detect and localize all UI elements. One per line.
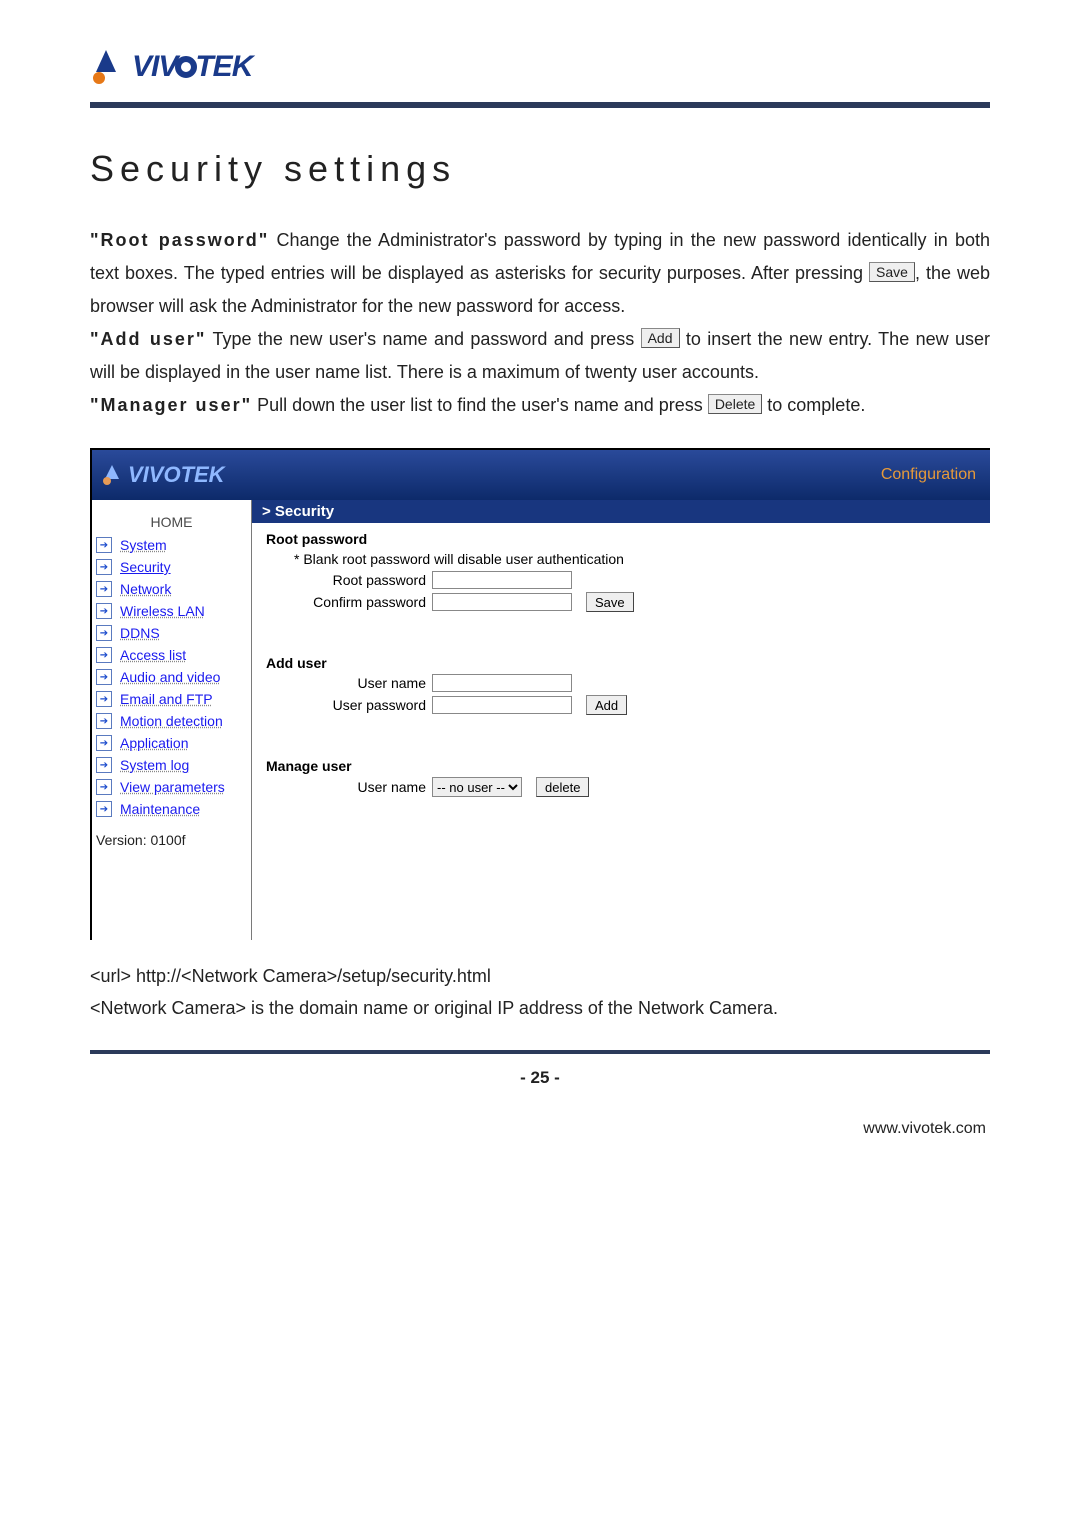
sidebar-item-motion-detection[interactable]: ➔ Motion detection <box>92 710 251 732</box>
arrow-icon: ➔ <box>96 647 112 663</box>
root-password-heading: Root password <box>266 531 980 547</box>
sidebar-item-label: DDNS <box>120 625 160 641</box>
brand-name: VIVTEK <box>132 50 252 84</box>
sidebar-item-label: System <box>120 537 167 553</box>
arrow-icon: ➔ <box>96 691 112 707</box>
sidebar-item-label: Maintenance <box>120 801 200 817</box>
screenshot-logo: VIVOTEK <box>102 462 225 488</box>
home-link[interactable]: HOME <box>92 506 251 534</box>
embedded-screenshot: VIVOTEK Configuration HOME ➔ System ➔ Se… <box>90 448 990 940</box>
sidebar-item-wireless-lan[interactable]: ➔ Wireless LAN <box>92 600 251 622</box>
inline-delete-button: Delete <box>708 394 762 414</box>
sidebar-item-label: Access list <box>120 647 186 663</box>
user-password-label: User password <box>266 697 432 713</box>
sidebar-item-label: View parameters <box>120 779 225 795</box>
inline-add-button: Add <box>641 328 680 348</box>
root-password-note: * Blank root password will disable user … <box>266 551 980 567</box>
configuration-link[interactable]: Configuration <box>881 466 976 484</box>
confirm-password-label: Confirm password <box>266 594 432 610</box>
manage-username-label: User name <box>266 779 432 795</box>
inline-save-button: Save <box>869 262 915 282</box>
arrow-icon: ➔ <box>96 603 112 619</box>
sidebar-item-label: Network <box>120 581 171 597</box>
arrow-icon: ➔ <box>96 779 112 795</box>
breadcrumb: > Security <box>252 500 990 523</box>
user-select[interactable]: -- no user -- <box>432 777 522 797</box>
manage-user-heading: Manage user <box>266 758 980 774</box>
footer-divider <box>90 1050 990 1054</box>
sidebar-item-application[interactable]: ➔ Application <box>92 732 251 754</box>
sidebar-item-label: Wireless LAN <box>120 603 205 619</box>
arrow-icon: ➔ <box>96 625 112 641</box>
sidebar-item-system[interactable]: ➔ System <box>92 534 251 556</box>
arrow-icon: ➔ <box>96 801 112 817</box>
username-input[interactable] <box>432 674 572 692</box>
arrow-icon: ➔ <box>96 713 112 729</box>
root-password-label: "Root password" <box>90 230 269 250</box>
version-label: Version: 0100f <box>92 820 251 860</box>
logo-icon <box>90 50 124 84</box>
sidebar-item-email-ftp[interactable]: ➔ Email and FTP <box>92 688 251 710</box>
add-user-label: "Add user" <box>90 329 206 349</box>
arrow-icon: ➔ <box>96 757 112 773</box>
arrow-icon: ➔ <box>96 559 112 575</box>
sidebar-item-label: Email and FTP <box>120 691 213 707</box>
manager-user-label: "Manager user" <box>90 395 252 415</box>
sidebar-item-label: Security <box>120 559 171 575</box>
sidebar-item-label: System log <box>120 757 189 773</box>
screenshot-header: VIVOTEK Configuration <box>92 450 990 500</box>
save-button[interactable]: Save <box>586 592 634 612</box>
root-password-label: Root password <box>266 572 432 588</box>
url-line: <url> http://<Network Camera>/setup/secu… <box>90 960 990 992</box>
sidebar-item-security[interactable]: ➔ Security <box>92 556 251 578</box>
username-label: User name <box>266 675 432 691</box>
sidebar-item-label: Application <box>120 735 189 751</box>
arrow-icon: ➔ <box>96 581 112 597</box>
sidebar-item-ddns[interactable]: ➔ DDNS <box>92 622 251 644</box>
sidebar-item-network[interactable]: ➔ Network <box>92 578 251 600</box>
sidebar-item-access-list[interactable]: ➔ Access list <box>92 644 251 666</box>
sidebar-item-audio-video[interactable]: ➔ Audio and video <box>92 666 251 688</box>
header-divider <box>90 102 990 108</box>
body-text: "Root password" Change the Administrator… <box>90 224 990 422</box>
sidebar-item-maintenance[interactable]: ➔ Maintenance <box>92 798 251 820</box>
page-number: - 25 - <box>90 1068 990 1088</box>
sidebar: HOME ➔ System ➔ Security ➔ Network ➔ Wir… <box>92 500 252 940</box>
sidebar-item-label: Audio and video <box>120 669 220 685</box>
arrow-icon: ➔ <box>96 735 112 751</box>
arrow-icon: ➔ <box>96 537 112 553</box>
sidebar-item-label: Motion detection <box>120 713 223 729</box>
user-password-input[interactable] <box>432 696 572 714</box>
arrow-icon: ➔ <box>96 669 112 685</box>
sidebar-item-view-parameters[interactable]: ➔ View parameters <box>92 776 251 798</box>
add-user-heading: Add user <box>266 655 980 671</box>
sidebar-item-system-log[interactable]: ➔ System log <box>92 754 251 776</box>
url-notes: <url> http://<Network Camera>/setup/secu… <box>90 960 990 1024</box>
delete-button[interactable]: delete <box>536 777 589 797</box>
url-explain: <Network Camera> is the domain name or o… <box>90 992 990 1024</box>
brand-logo: VIVTEK <box>90 50 990 84</box>
root-password-input[interactable] <box>432 571 572 589</box>
site-url: www.vivotek.com <box>90 1120 990 1138</box>
content-panel: > Security Root password * Blank root pa… <box>252 500 990 940</box>
add-button[interactable]: Add <box>586 695 627 715</box>
confirm-password-input[interactable] <box>432 593 572 611</box>
page-title: Security settings <box>90 148 990 190</box>
